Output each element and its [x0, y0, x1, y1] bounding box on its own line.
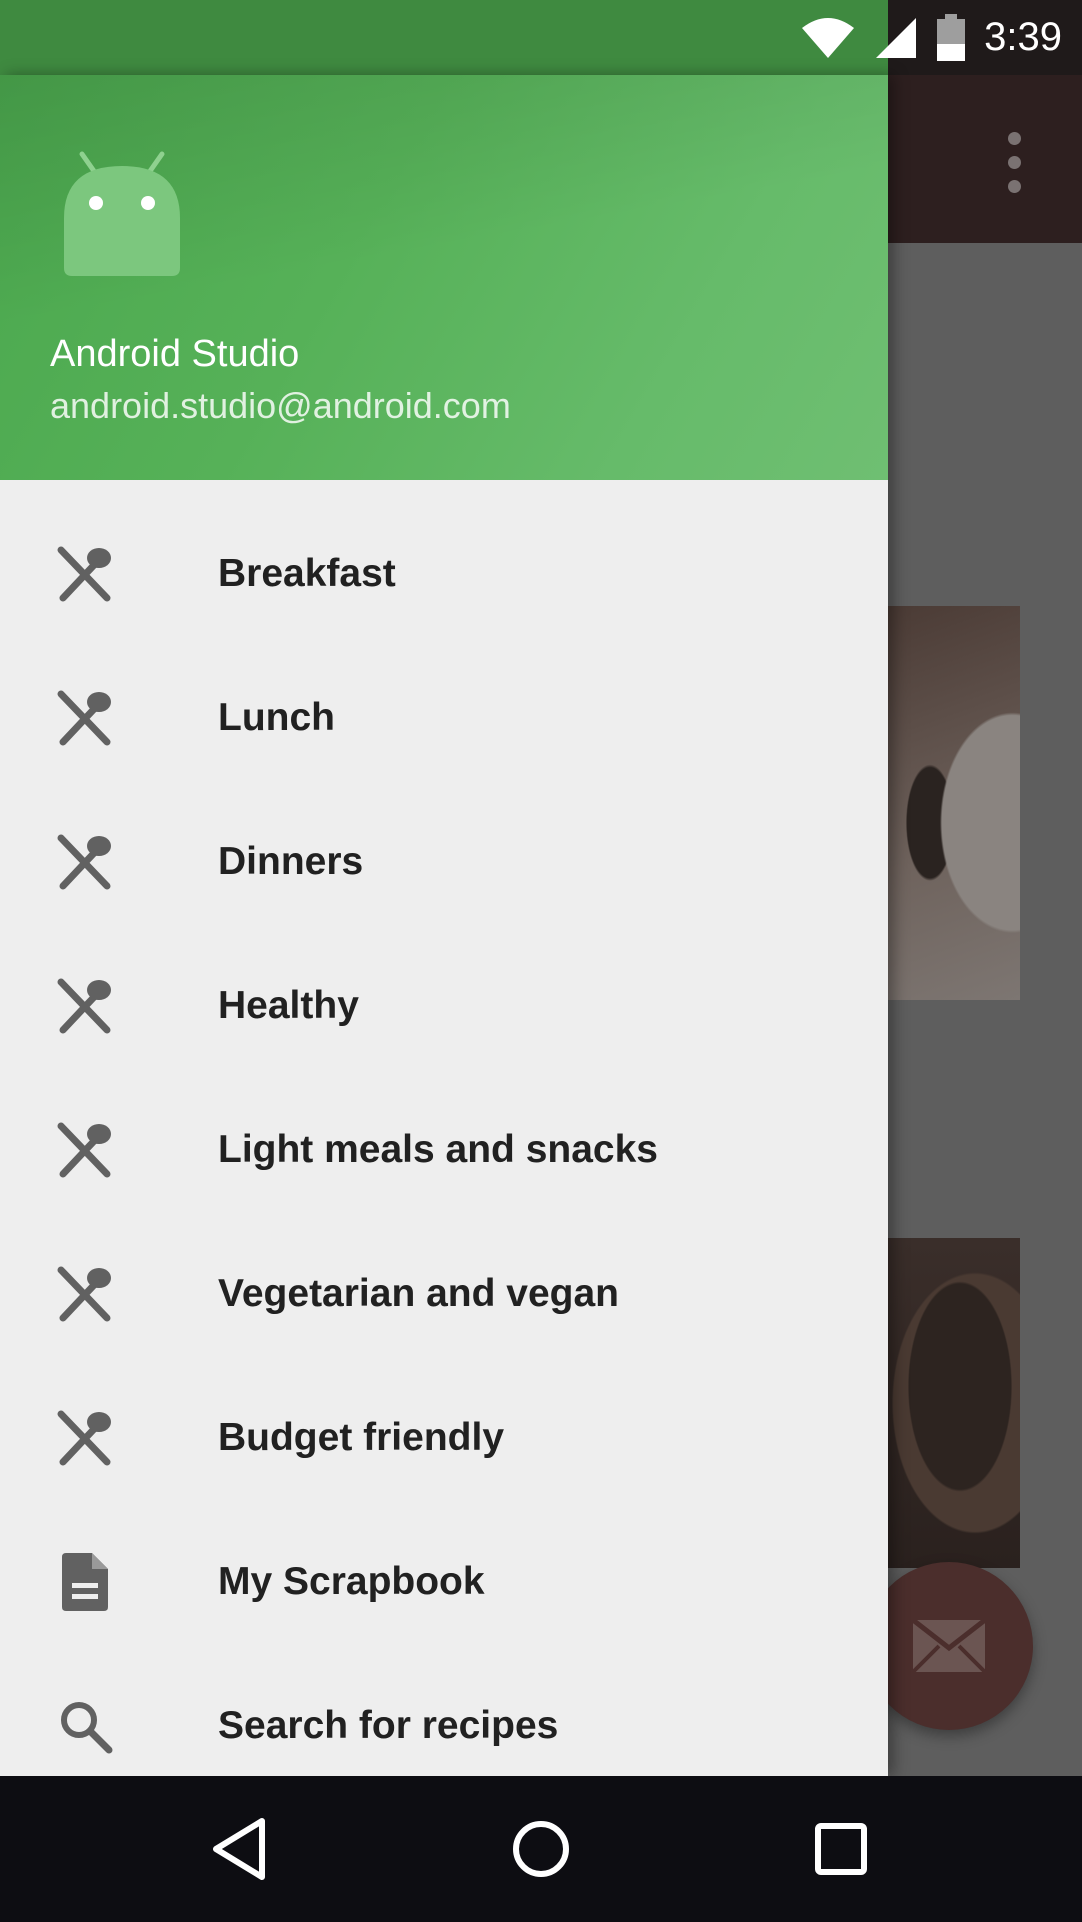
fork-spoon-icon: [54, 1119, 116, 1181]
menu-item-budget[interactable]: Budget friendly: [0, 1366, 888, 1510]
system-nav-bar: [0, 1776, 1082, 1922]
menu-item-label: Breakfast: [218, 552, 396, 595]
menu-item-search[interactable]: Search for recipes: [0, 1654, 888, 1776]
menu-item-dinners[interactable]: Dinners: [0, 790, 888, 934]
recents-button[interactable]: [791, 1799, 891, 1899]
recipe-card-image[interactable]: [870, 1238, 1020, 1568]
recents-icon: [815, 1823, 867, 1875]
menu-item-label: Dinners: [218, 840, 364, 883]
recipe-card-image[interactable]: [870, 606, 1020, 1000]
drawer-header: Android Studio android.studio@android.co…: [0, 75, 888, 480]
status-icons: 3:39: [800, 0, 1062, 75]
status-bar: 3:39: [0, 0, 1082, 75]
menu-item-healthy[interactable]: Healthy: [0, 934, 888, 1078]
status-bar-drawer-section: [0, 0, 888, 75]
menu-item-label: Light meals and snacks: [218, 1128, 658, 1171]
drawer-user-email: android.studio@android.com: [50, 385, 511, 426]
menu-item-breakfast[interactable]: Breakfast: [0, 502, 888, 646]
navigation-drawer: Android Studio android.studio@android.co…: [0, 75, 888, 1776]
menu-item-light-meals[interactable]: Light meals and snacks: [0, 1078, 888, 1222]
android-robot-icon[interactable]: [60, 150, 184, 278]
document-icon: [54, 1551, 116, 1613]
drawer-user-name: Android Studio: [50, 333, 300, 375]
email-fab-button[interactable]: [865, 1562, 1033, 1730]
search-icon: [54, 1695, 116, 1757]
menu-item-label: Healthy: [218, 984, 359, 1027]
more-vert-icon[interactable]: [984, 126, 1044, 198]
home-button[interactable]: [491, 1799, 591, 1899]
menu-item-label: My Scrapbook: [218, 1560, 485, 1603]
fork-spoon-icon: [54, 687, 116, 749]
battery-icon: [937, 13, 966, 61]
back-button[interactable]: [190, 1799, 290, 1899]
menu-item-label: Budget friendly: [218, 1416, 505, 1459]
email-icon: [911, 1618, 987, 1674]
menu-item-lunch[interactable]: Lunch: [0, 646, 888, 790]
menu-item-label: Vegetarian and vegan: [218, 1272, 619, 1315]
fork-spoon-icon: [54, 1263, 116, 1325]
drawer-menu: Breakfast Lunch Dinners Healthy Light me…: [0, 502, 888, 1776]
status-time: 3:39: [984, 15, 1062, 59]
wifi-icon: [802, 17, 855, 58]
fork-spoon-icon: [54, 831, 116, 893]
home-icon: [513, 1821, 569, 1877]
menu-item-label: Search for recipes: [218, 1704, 559, 1747]
menu-item-label: Lunch: [218, 696, 335, 739]
back-icon: [213, 1818, 265, 1880]
menu-item-vegetarian[interactable]: Vegetarian and vegan: [0, 1222, 888, 1366]
cell-signal-icon: [876, 17, 917, 58]
fork-spoon-icon: [54, 543, 116, 605]
fork-spoon-icon: [54, 975, 116, 1037]
menu-item-scrapbook[interactable]: My Scrapbook: [0, 1510, 888, 1654]
fork-spoon-icon: [54, 1407, 116, 1469]
